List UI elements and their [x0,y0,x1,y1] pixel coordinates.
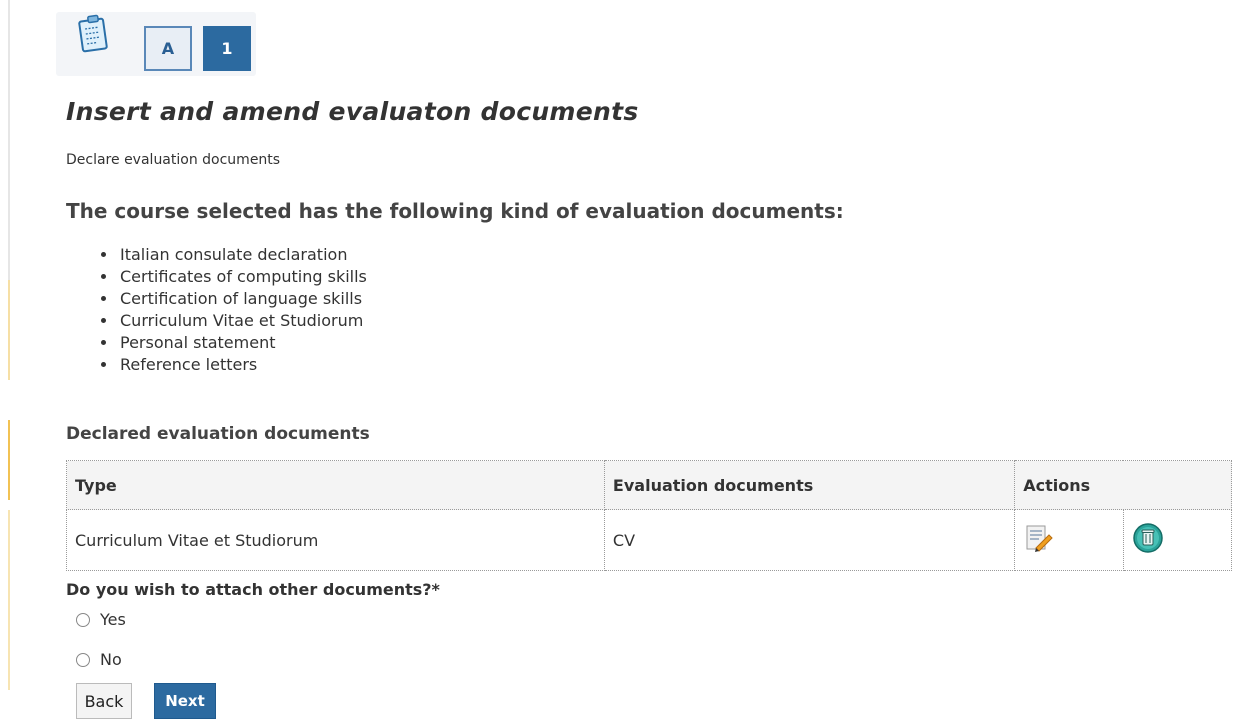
column-header-type: Type [66,460,605,510]
trash-icon[interactable] [1132,522,1164,554]
edge-mark [8,280,10,380]
declared-docs-table: Type Evaluation documents Actions Curric… [66,460,1233,571]
step-1[interactable]: 1 [203,26,251,71]
edge-mark [8,420,10,500]
page-subtitle: Declare evaluation documents [66,152,281,168]
edit-action[interactable] [1014,509,1124,571]
declared-docs-label: Declared evaluation documents [66,424,370,444]
list-item: Italian consulate declaration [118,244,367,266]
attach-other-question: Do you wish to attach other documents?* [66,580,440,599]
edge-mark [8,0,10,280]
column-header-evaluation-documents: Evaluation documents [603,460,1016,510]
next-button[interactable]: Next [154,683,216,719]
column-header-actions: Actions [1014,460,1232,510]
clipboard-icon [78,14,108,53]
option-no[interactable]: No [76,650,122,669]
list-item: Certificates of computing skills [118,266,367,288]
doc-types-heading: The course selected has the following ki… [66,199,844,223]
back-button[interactable]: Back [76,683,132,719]
option-yes[interactable]: Yes [76,610,126,629]
radio-no[interactable] [76,652,90,667]
edge-mark [8,510,10,690]
cell-type: Curriculum Vitae et Studiorum [66,509,605,571]
table-header-row: Type Evaluation documents Actions [66,460,1232,510]
list-item: Curriculum Vitae et Studiorum [118,310,367,332]
table-row: Curriculum Vitae et Studiorum CV [66,509,1233,571]
list-item: Certification of language skills [118,288,367,310]
doc-types-list: Italian consulate declaration Certificat… [96,244,367,376]
list-item: Reference letters [118,354,367,376]
step-a[interactable]: A [144,26,192,71]
page-title: Insert and amend evaluaton documents [66,97,639,126]
option-yes-label: Yes [100,610,126,629]
list-item: Personal statement [118,332,367,354]
delete-action[interactable] [1122,509,1233,571]
cell-document: CV [603,509,1016,571]
radio-yes[interactable] [76,612,90,627]
option-no-label: No [100,650,122,669]
edit-icon[interactable] [1023,523,1053,553]
